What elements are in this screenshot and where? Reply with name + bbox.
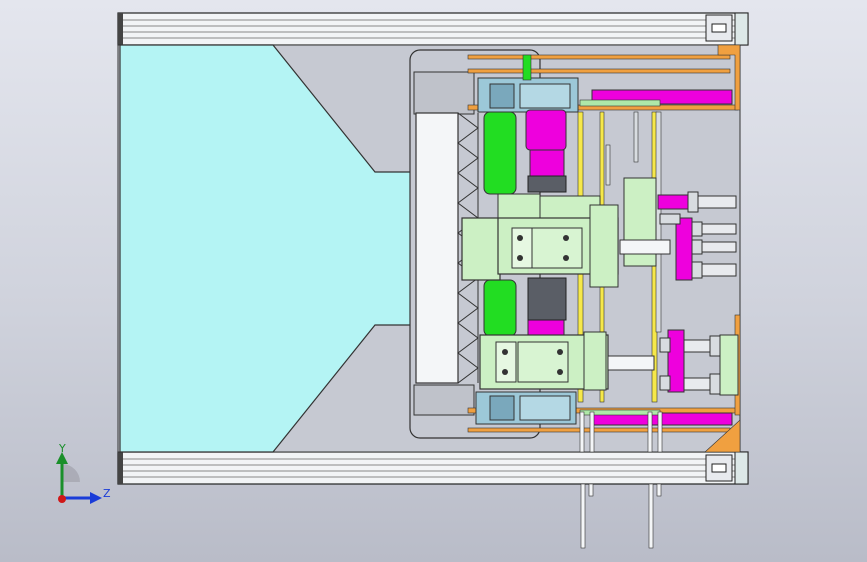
top-profile-rail: [117, 12, 749, 46]
bottom-profile-rail: [117, 451, 749, 485]
motor-block: [527, 277, 567, 321]
y-axis-label: Y: [58, 442, 66, 455]
assembly-drawing: Y Z: [56, 12, 749, 549]
z-axis-label: Z: [103, 487, 111, 500]
coordinate-triad: Y Z: [56, 442, 111, 504]
cad-viewport[interactable]: Y Z: [0, 0, 867, 562]
triad-quadrant: [62, 464, 80, 482]
x-axis-dot: [58, 495, 66, 503]
